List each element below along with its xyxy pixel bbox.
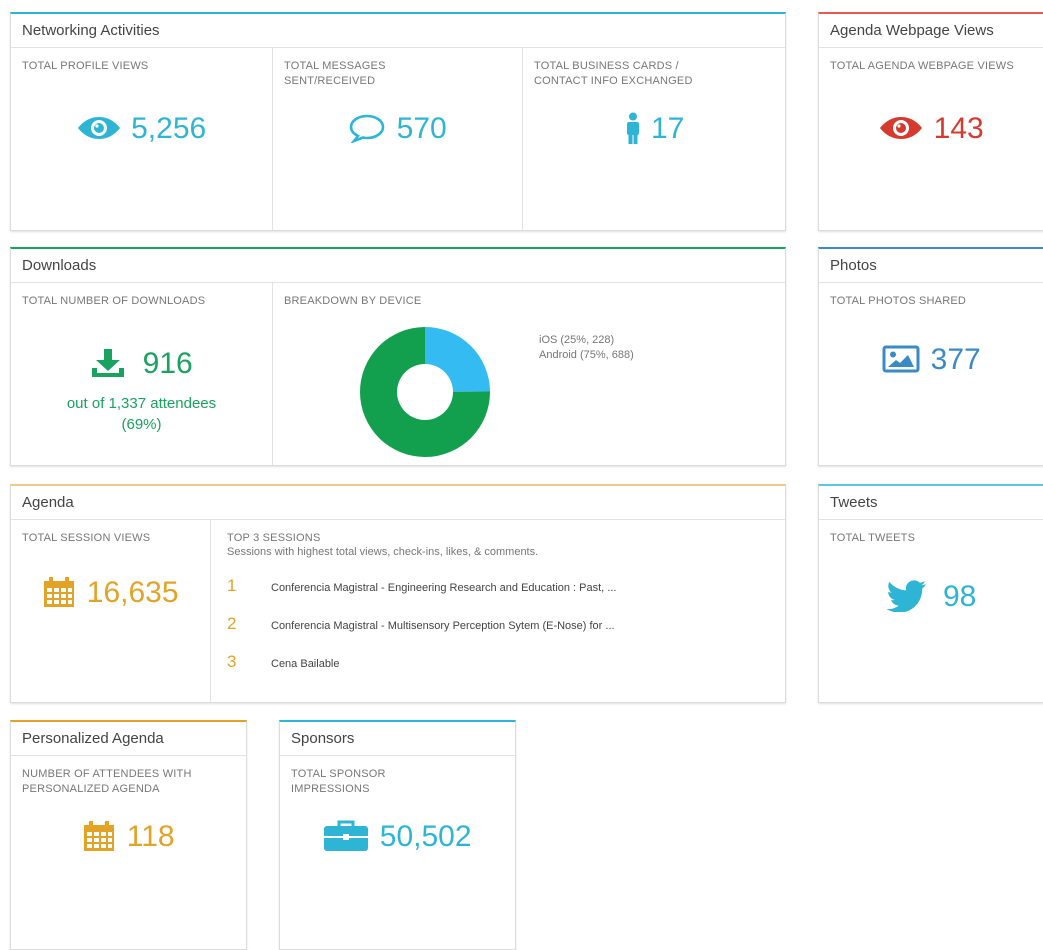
device-legend: iOS (25%, 228) Android (75%, 688) — [539, 333, 634, 363]
session-rank: 1 — [227, 576, 237, 595]
agenda-card: Agenda TOTAL SESSION VIEWS 16,635 TOP 3 … — [10, 484, 786, 703]
messages-metric: 570 — [273, 112, 522, 146]
personalized-agenda-metric: 118 — [11, 820, 246, 854]
device-donut-chart — [360, 327, 490, 457]
session-rank: 3 — [227, 652, 237, 671]
eye-icon — [879, 112, 933, 145]
donut-slice-ios[interactable] — [425, 327, 490, 392]
photos-value: 377 — [930, 343, 981, 376]
sponsors-value: 50,502 — [379, 820, 472, 853]
profile-views-label: TOTAL PROFILE VIEWS — [22, 60, 149, 72]
downloads-total-panel: TOTAL NUMBER OF DOWNLOADS 916 out of 1,3… — [11, 283, 272, 465]
session-name: Cena Bailable — [271, 658, 340, 670]
legend-android: Android (75%, 688) — [539, 349, 634, 361]
tweets-label: TOTAL TWEETS — [830, 532, 916, 544]
photos-panel: TOTAL PHOTOS SHARED 377 — [819, 283, 1043, 465]
cards-metric: 17 — [523, 112, 785, 146]
calendar-icon — [82, 820, 126, 853]
profile-views-value: 5,256 — [131, 112, 207, 145]
tweets-title: Tweets — [819, 486, 1043, 520]
downloads-title: Downloads — [11, 249, 785, 283]
personalized-agenda-card: Personalized Agenda NUMBER OF ATTENDEES … — [10, 720, 247, 950]
tweets-value: 98 — [942, 580, 977, 613]
agenda-webpage-value: 143 — [933, 112, 984, 145]
downloads-percent: (69%) — [121, 416, 162, 433]
person-icon — [625, 112, 651, 145]
briefcase-icon — [323, 820, 379, 853]
top-sessions-subtitle: Sessions with highest total views, check… — [227, 546, 539, 558]
session-item[interactable]: 2 Conferencia Magistral - Multisensory Pe… — [227, 614, 615, 634]
profile-views-metric: 5,256 — [11, 112, 272, 146]
twitter-bird-icon — [886, 580, 937, 613]
sponsors-metric: 50,502 — [280, 820, 515, 854]
image-icon — [882, 343, 930, 376]
session-name: Conferencia Magistral - Engineering Rese… — [271, 582, 617, 594]
cards-panel: TOTAL BUSINESS CARDS / CONTACT INFO EXCH… — [522, 48, 785, 230]
session-views-panel: TOTAL SESSION VIEWS 16,635 — [11, 520, 210, 702]
session-item[interactable]: 3 Cena Bailable — [227, 652, 340, 672]
top-sessions-label: TOP 3 SESSIONS — [227, 532, 321, 544]
legend-ios: iOS (25%, 228) — [539, 334, 615, 346]
photos-metric: 377 — [819, 343, 1043, 377]
agenda-webpage-label: TOTAL AGENDA WEBPAGE VIEWS — [830, 60, 1014, 72]
session-views-label: TOTAL SESSION VIEWS — [22, 532, 151, 544]
tweets-card: Tweets TOTAL TWEETS 98 — [818, 484, 1043, 703]
agenda-webpage-metric: 143 — [819, 112, 1043, 146]
session-views-metric: 16,635 — [11, 576, 210, 610]
messages-panel: TOTAL MESSAGES SENT/RECEIVED 570 — [272, 48, 522, 230]
agenda-webpage-card: Agenda Webpage Views TOTAL AGENDA WEBPAG… — [818, 12, 1043, 231]
downloads-total-label: TOTAL NUMBER OF DOWNLOADS — [22, 295, 206, 307]
tweets-panel: TOTAL TWEETS 98 — [819, 520, 1043, 702]
calendar-icon — [42, 576, 86, 609]
session-name: Conferencia Magistral - Multisensory Per… — [271, 620, 615, 632]
cards-value: 17 — [650, 112, 685, 145]
downloads-card: Downloads TOTAL NUMBER OF DOWNLOADS 916 … — [10, 247, 786, 466]
networking-card: Networking Activities TOTAL PROFILE VIEW… — [10, 12, 786, 231]
downloads-out-of: out of 1,337 attendees — [66, 395, 217, 412]
sponsors-panel: TOTAL SPONSOR IMPRESSIONS 50,502 — [280, 756, 515, 949]
messages-label: TOTAL MESSAGES SENT/RECEIVED — [284, 60, 386, 87]
photos-title: Photos — [819, 249, 1043, 283]
download-icon — [90, 347, 136, 380]
eye-icon — [77, 112, 131, 145]
cards-label: TOTAL BUSINESS CARDS / CONTACT INFO EXCH… — [534, 60, 693, 87]
downloads-metric: 916 — [11, 347, 272, 381]
photos-card: Photos TOTAL PHOTOS SHARED 377 — [818, 247, 1043, 466]
breakdown-label: BREAKDOWN BY DEVICE — [284, 295, 422, 307]
device-breakdown-panel: BREAKDOWN BY DEVICE iOS (25%, 228) Andro… — [272, 283, 785, 465]
agenda-title: Agenda — [11, 486, 785, 520]
tweets-metric: 98 — [819, 580, 1043, 614]
sponsors-card: Sponsors TOTAL SPONSOR IMPRESSIONS 50,50… — [279, 720, 516, 950]
top-sessions-panel: TOP 3 SESSIONS Sessions with highest tot… — [210, 520, 785, 702]
downloads-value: 916 — [142, 347, 193, 380]
personalized-agenda-panel: NUMBER OF ATTENDEES WITH PERSONALIZED AG… — [11, 756, 246, 949]
personalized-agenda-value: 118 — [126, 820, 175, 853]
messages-value: 570 — [396, 112, 447, 145]
photos-label: TOTAL PHOTOS SHARED — [830, 295, 967, 307]
session-item[interactable]: 1 Conferencia Magistral - Engineering Res… — [227, 576, 616, 596]
chat-bubble-icon — [348, 112, 396, 145]
session-views-value: 16,635 — [86, 576, 179, 609]
networking-title: Networking Activities — [11, 14, 785, 48]
agenda-webpage-panel: TOTAL AGENDA WEBPAGE VIEWS 143 — [819, 48, 1043, 230]
profile-views-panel: TOTAL PROFILE VIEWS 5,256 — [11, 48, 272, 230]
sponsors-label: TOTAL SPONSOR IMPRESSIONS — [291, 768, 386, 795]
agenda-webpage-title: Agenda Webpage Views — [819, 14, 1043, 48]
sponsors-title: Sponsors — [280, 722, 515, 756]
session-rank: 2 — [227, 614, 237, 633]
personalized-agenda-label: NUMBER OF ATTENDEES WITH PERSONALIZED AG… — [22, 768, 192, 795]
personalized-agenda-title: Personalized Agenda — [11, 722, 246, 756]
